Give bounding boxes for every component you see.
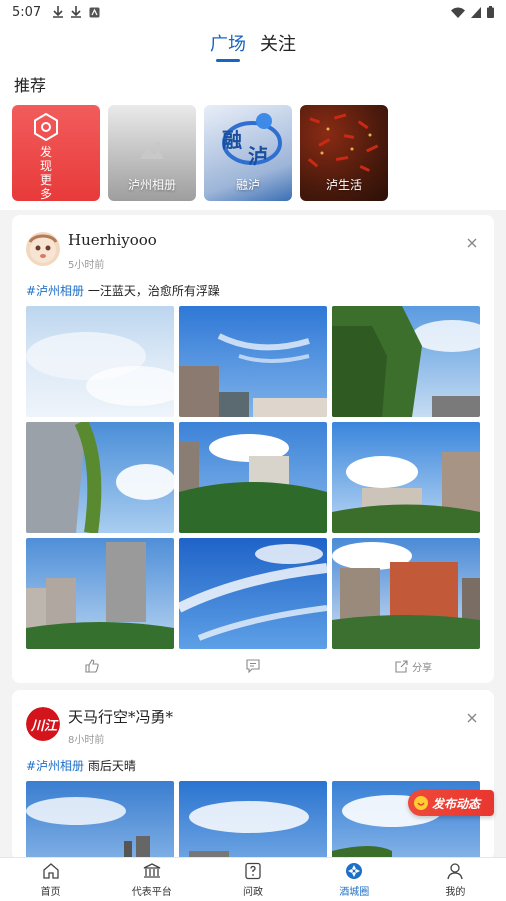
comment-button[interactable] [173, 651, 334, 681]
nav-label: 首页 [40, 886, 61, 898]
post-photo[interactable] [26, 781, 174, 860]
share-icon [395, 659, 408, 673]
svg-text:融: 融 [222, 128, 242, 152]
hall-icon [143, 862, 161, 878]
home-icon [42, 862, 59, 879]
avatar[interactable] [26, 232, 60, 266]
tab-follow[interactable]: 关注 [260, 30, 296, 56]
close-icon[interactable] [466, 712, 478, 724]
post-content: 雨后天晴 [84, 759, 136, 773]
post-photo[interactable] [179, 306, 327, 417]
nav-label: 问政 [243, 886, 263, 898]
status-bar: 5:07 [0, 0, 506, 24]
battery-icon [487, 6, 494, 18]
post-card: Huerhiyooo 5小时前 #泸州相册 一汪蓝天，治愈所有浮躁 分享 [12, 215, 494, 683]
avatar-image [26, 232, 60, 266]
svg-text:泸: 泸 [248, 144, 268, 168]
recommend-card-label: 发现更多 [40, 145, 53, 201]
top-tabs: 广场 关注 [0, 24, 506, 64]
post-photo[interactable] [26, 538, 174, 649]
post-card: 川江 天马行空*冯勇* 8小时前 #泸州相册 雨后天晴 [12, 690, 494, 860]
post-topic-tag[interactable]: #泸州相册 [26, 284, 84, 298]
post-text: #泸州相册 一汪蓝天，治愈所有浮躁 [12, 283, 494, 305]
post-author[interactable]: 天马行空*冯勇* [68, 706, 173, 727]
nav-label: 我的 [445, 886, 466, 898]
like-button[interactable] [12, 651, 173, 681]
tab-plaza[interactable]: 广场 [210, 30, 246, 62]
download-icon [71, 6, 82, 18]
post-actions: 分享 [12, 651, 494, 681]
recommend-card-discover-more[interactable]: 发现更多 [12, 105, 100, 201]
post-text: #泸州相册 雨后天晴 [12, 758, 494, 780]
nav-representative-platform[interactable]: 代表平台 [101, 858, 202, 901]
nav-label: 代表平台 [131, 886, 172, 898]
post-photo[interactable] [179, 422, 327, 533]
post-photo[interactable] [179, 781, 327, 860]
nav-home[interactable]: 首页 [0, 858, 101, 901]
wifi-icon [451, 7, 465, 18]
post-time: 8小时前 [68, 735, 105, 746]
ronglu-logo-icon: 融 泸 [222, 113, 282, 168]
signal-icon [471, 6, 481, 18]
bottom-nav: 首页 代表平台 问政 酒城圈 我的 [0, 857, 506, 901]
nav-wine-city-circle[interactable]: 酒城圈 [304, 858, 405, 901]
question-icon [245, 862, 261, 879]
nav-mine[interactable]: 我的 [405, 858, 506, 901]
post-photo[interactable] [26, 422, 174, 533]
recommend-section: 推荐 发现更多 泸州相册 融 泸 融泸 泸生活 [0, 64, 506, 210]
status-time: 5:07 [12, 4, 42, 20]
post-photo[interactable] [179, 538, 327, 649]
app-notification-icon [89, 7, 100, 17]
photo-grid [26, 306, 480, 649]
post-content: 一汪蓝天，治愈所有浮躁 [84, 284, 220, 298]
post-photo[interactable] [332, 306, 480, 417]
post-time: 5小时前 [68, 260, 105, 271]
circle-icon [346, 862, 363, 879]
download-icon [53, 6, 64, 18]
recommend-card-label: 泸生活 [325, 178, 362, 192]
svg-text:川江: 川江 [30, 718, 59, 734]
nav-label: 酒城圈 [339, 886, 370, 898]
thumbs-up-icon [85, 659, 100, 673]
recommend-card-luzhou-album[interactable]: 泸州相册 [108, 105, 196, 201]
post-topic-tag[interactable]: #泸州相册 [26, 759, 84, 773]
post-photo[interactable] [26, 306, 174, 417]
recommend-card-label: 融泸 [235, 178, 260, 192]
recommend-card-lu-life[interactable]: 泸生活 [300, 105, 388, 201]
comment-icon [246, 659, 260, 673]
nav-inquiry[interactable]: 问政 [202, 858, 303, 901]
avatar-image: 川江 [26, 707, 60, 741]
recommend-card-label: 泸州相册 [127, 178, 176, 192]
user-icon [447, 862, 464, 879]
avatar[interactable]: 川江 [26, 707, 60, 741]
close-icon[interactable] [466, 237, 478, 249]
post-photo[interactable] [332, 422, 480, 533]
share-label: 分享 [412, 662, 433, 674]
post-author[interactable]: Huerhiyooo [68, 231, 157, 249]
recommend-card-ronglu[interactable]: 融 泸 融泸 [204, 105, 292, 201]
hexagon-icon [34, 113, 58, 141]
image-placeholder-icon [140, 141, 164, 159]
smile-icon [414, 796, 428, 810]
share-button[interactable]: 分享 [333, 651, 494, 681]
recommend-title: 推荐 [14, 76, 47, 95]
publish-button[interactable]: 发布动态 [408, 790, 494, 816]
publish-label: 发布动态 [432, 796, 481, 811]
post-photo[interactable] [332, 538, 480, 649]
